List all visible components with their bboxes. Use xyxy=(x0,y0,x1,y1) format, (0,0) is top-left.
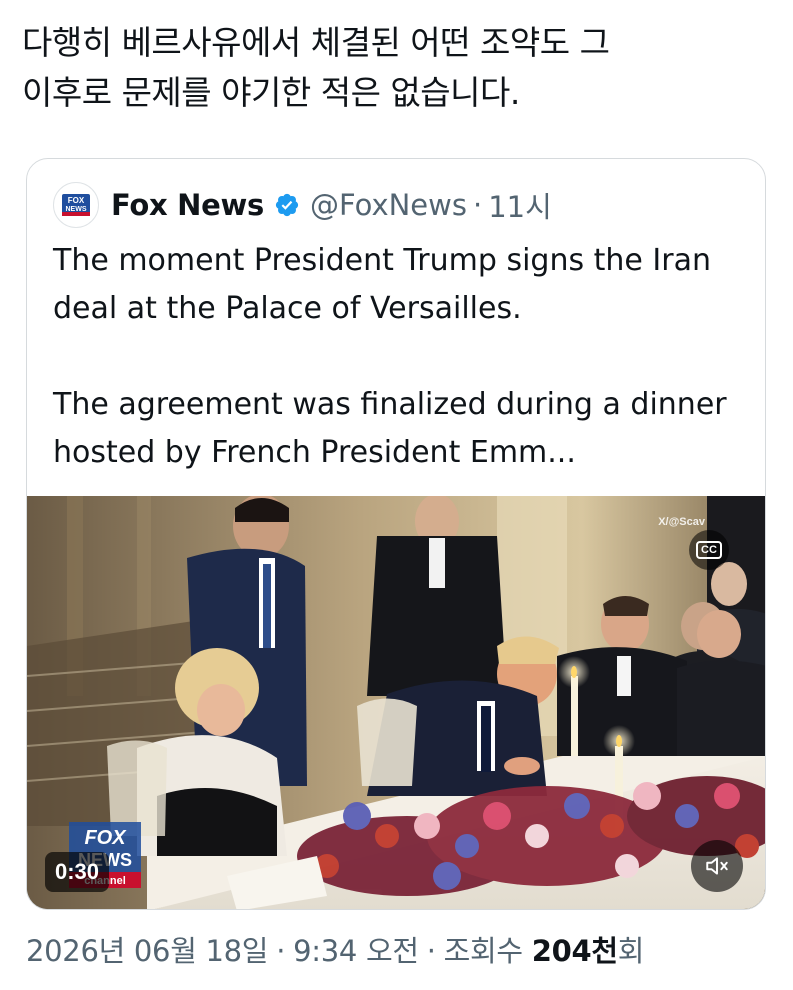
closed-captions-icon: CC xyxy=(696,541,722,559)
meta-separator-2: · xyxy=(426,934,436,968)
bug-text-top: FOX xyxy=(84,827,127,849)
author-handle[interactable]: @FoxNews xyxy=(310,188,467,222)
mute-toggle-button[interactable] xyxy=(691,840,743,892)
views-unit: 회 xyxy=(617,934,645,968)
video-watermark: X/@Scav xyxy=(658,516,705,528)
author-name[interactable]: Fox News xyxy=(111,188,264,222)
post-time[interactable]: 9:34 오전 xyxy=(293,934,419,968)
quoted-paragraph-2: The agreement was finalized during a din… xyxy=(53,387,727,470)
fox-news-logo-icon: FOX NEWS xyxy=(62,194,90,216)
meta-separator-1: · xyxy=(276,934,286,968)
views-count[interactable]: 204천 xyxy=(532,934,618,968)
speaker-muted-icon xyxy=(706,857,728,875)
post-time-ago[interactable]: 11시 xyxy=(488,184,552,226)
quoted-post-header: FOX NEWS Fox News @FoxNews · 11시 xyxy=(53,182,552,228)
quoted-post-text: The moment President Trump signs the Ira… xyxy=(53,237,753,477)
svg-text:NEWS: NEWS xyxy=(66,206,87,213)
post-text: 다행히 베르사유에서 체결된 어떤 조약도 그 이후로 문제를 야기한 적은 없… xyxy=(22,18,772,118)
verified-badge-icon xyxy=(274,192,300,218)
post-meta: 2026년 06월 18일 · 9:34 오전 · 조회수 204천회 xyxy=(26,928,644,970)
post-text-line-2: 이후로 문제를 야기한 적은 없습니다. xyxy=(22,73,520,112)
video-duration: 0:30 xyxy=(45,852,110,892)
post-text-line-1: 다행히 베르사유에서 체결된 어떤 조약도 그 xyxy=(22,23,610,62)
closed-captions-button[interactable]: CC xyxy=(689,530,729,570)
avatar[interactable]: FOX NEWS xyxy=(53,182,99,228)
video-player[interactable]: X/@Scav CC FOX NEWS channel 0:30 xyxy=(27,496,765,909)
svg-text:FOX: FOX xyxy=(68,196,85,205)
post-date[interactable]: 2026년 06월 18일 xyxy=(26,934,268,968)
header-separator: · xyxy=(472,188,483,222)
quoted-post-card[interactable]: FOX NEWS Fox News @FoxNews · 11시 The mom… xyxy=(26,158,766,910)
views-label: 조회수 xyxy=(443,934,523,968)
quoted-paragraph-1: The moment President Trump signs the Ira… xyxy=(53,243,711,326)
